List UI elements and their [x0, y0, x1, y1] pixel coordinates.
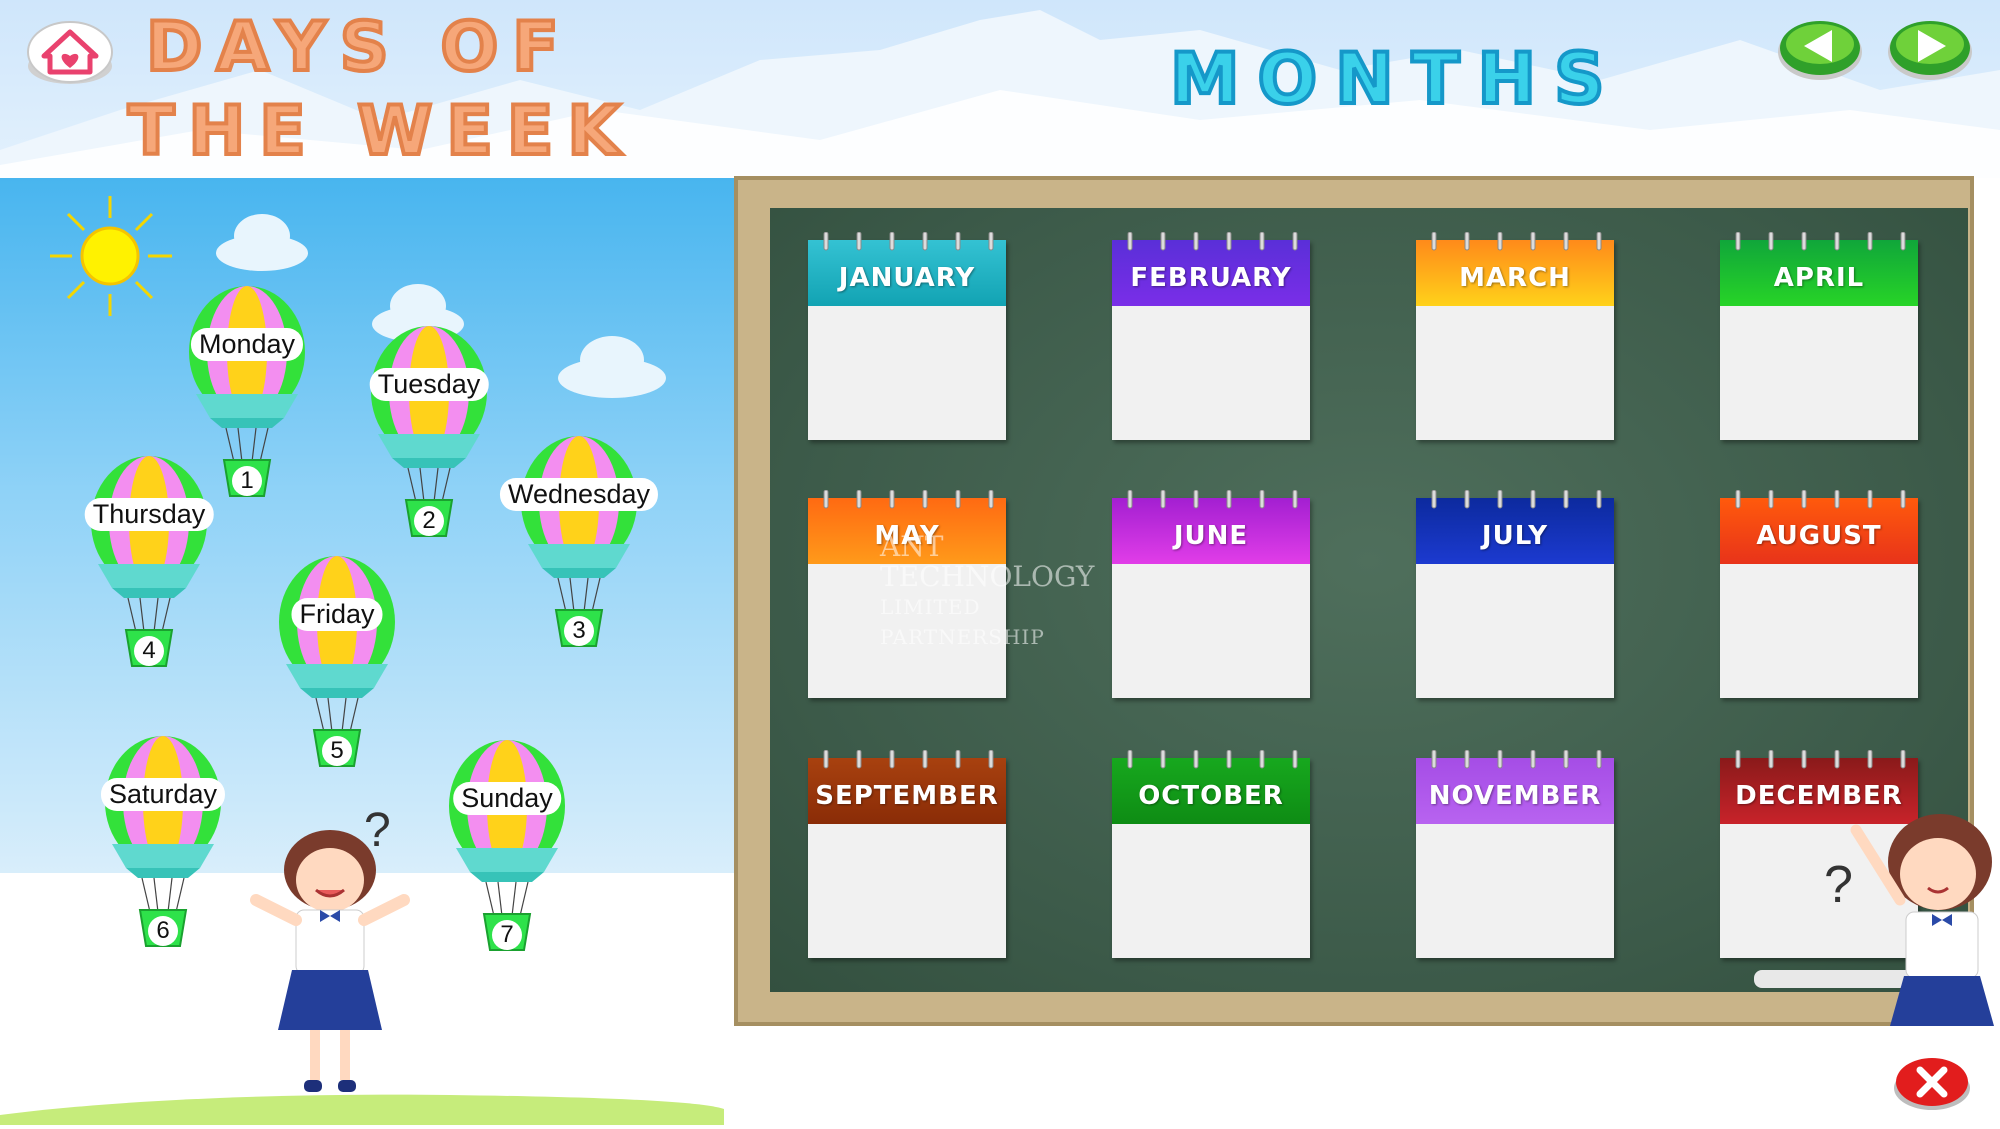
girl-character-right: ? — [1820, 790, 2000, 1030]
spiral-rings-icon — [1127, 232, 1298, 251]
close-button[interactable] — [1892, 1052, 1972, 1112]
balloon-label: Tuesday — [369, 368, 489, 401]
month-card-april[interactable]: APRIL — [1720, 232, 1918, 440]
balloon-number: 1 — [232, 466, 262, 496]
spiral-rings-icon — [823, 750, 994, 769]
month-card-november[interactable]: NOVEMBER — [1416, 750, 1614, 958]
home-heart-icon — [27, 21, 113, 84]
month-card-january[interactable]: JANUARY — [808, 232, 1006, 440]
balloon-label: Sunday — [453, 782, 561, 815]
cloud-icon-3 — [558, 336, 666, 398]
days-title-line1: DAYS OF — [144, 6, 573, 89]
balloon-friday[interactable]: Friday 5 — [272, 552, 402, 782]
balloon-number: 7 — [492, 920, 522, 950]
prev-button[interactable] — [1776, 16, 1864, 82]
month-card-august[interactable]: AUGUST — [1720, 490, 1918, 698]
month-card-march[interactable]: MARCH — [1416, 232, 1614, 440]
balloon-label: Thursday — [84, 498, 214, 531]
month-card-october[interactable]: OCTOBER — [1112, 750, 1310, 958]
months-title: MONTHS — [1168, 36, 1623, 122]
month-card-february[interactable]: FEBRUARY — [1112, 232, 1310, 440]
balloon-label: Saturday — [100, 778, 226, 811]
sun-icon — [50, 196, 172, 316]
balloon-number: 4 — [134, 636, 164, 666]
next-button[interactable] — [1886, 16, 1974, 82]
balloon-number: 2 — [414, 506, 444, 536]
balloon-label: Wednesday — [499, 478, 659, 511]
spiral-rings-icon — [1431, 232, 1602, 251]
month-card-september[interactable]: SEPTEMBER — [808, 750, 1006, 958]
balloon-number: 5 — [322, 736, 352, 766]
month-card-july[interactable]: JULY — [1416, 490, 1614, 698]
spiral-rings-icon — [1735, 490, 1906, 509]
watermark: ANT TECHNOLOGY LIMITED PARTNERSHIP — [880, 532, 1140, 652]
balloon-label: Monday — [190, 328, 304, 361]
watermark-line1: ANT TECHNOLOGY — [880, 530, 1095, 593]
spiral-rings-icon — [1127, 750, 1298, 769]
spiral-rings-icon — [823, 232, 994, 251]
spiral-rings-icon — [823, 490, 994, 509]
home-button[interactable] — [26, 16, 114, 86]
svg-text:?: ? — [1824, 856, 1853, 914]
spiral-rings-icon — [1127, 490, 1298, 509]
balloon-thursday[interactable]: Thursday 4 — [84, 452, 214, 682]
balloon-tuesday[interactable]: Tuesday 2 — [364, 322, 494, 552]
girl-thinking-illustration: ? — [250, 804, 410, 1092]
balloon-label: Friday — [291, 598, 383, 631]
spiral-rings-icon — [1431, 490, 1602, 509]
spiral-rings-icon — [1431, 750, 1602, 769]
cloud-icon — [216, 214, 308, 271]
watermark-line2: LIMITED PARTNERSHIP — [880, 595, 1045, 649]
balloon-wednesday[interactable]: Wednesday 3 — [499, 432, 659, 662]
spiral-rings-icon — [1735, 232, 1906, 251]
arrow-right-icon — [1888, 21, 1972, 80]
girl-pointing-illustration: ? — [1824, 814, 1994, 1026]
arrow-left-icon — [1778, 21, 1862, 80]
month-card-june[interactable]: JUNE — [1112, 490, 1310, 698]
balloon-number: 3 — [564, 616, 594, 646]
close-x-icon — [1894, 1058, 1970, 1110]
balloon-saturday[interactable]: Saturday 6 — [98, 732, 228, 962]
girl-character-left: ? — [236, 790, 426, 1110]
spiral-rings-icon — [1735, 750, 1906, 769]
balloon-number: 6 — [148, 916, 178, 946]
days-title-line2: THE WEEK — [126, 90, 635, 173]
balloon-sunday[interactable]: Sunday 7 — [442, 736, 572, 966]
